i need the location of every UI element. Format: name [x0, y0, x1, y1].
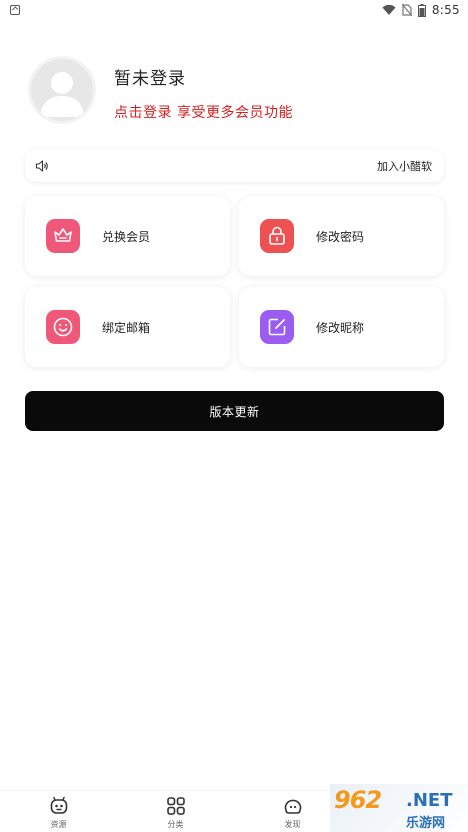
- join-group-link[interactable]: 加入小醋软: [377, 158, 432, 174]
- discover-icon: [284, 799, 301, 814]
- card-label: 修改昵称: [316, 320, 365, 335]
- avatar[interactable]: [28, 56, 96, 124]
- speaker-icon: [35, 160, 48, 172]
- nav-label: 发现: [284, 820, 301, 829]
- card-label: 绑定邮箱: [102, 320, 151, 335]
- profile-header[interactable]: 暂未登录 点击登录 享受更多会员功能: [28, 56, 448, 128]
- edit-icon: [260, 310, 294, 344]
- card-label: 兑换会员: [102, 229, 151, 244]
- card-label: 修改密码: [316, 229, 365, 244]
- version-update-button[interactable]: 版本更新: [25, 391, 444, 431]
- default-avatar-icon: [40, 72, 84, 117]
- watermark-brand: 962: [334, 786, 382, 814]
- bind-email-card[interactable]: 绑定邮箱: [25, 287, 230, 367]
- login-prompt-link[interactable]: 点击登录 享受更多会员功能: [114, 102, 293, 122]
- site-watermark: 962 .NET 乐游网: [330, 784, 468, 832]
- resource-face-icon: [50, 796, 67, 814]
- crown-icon: [46, 219, 80, 253]
- status-time: 8:55: [431, 3, 460, 17]
- notice-bar[interactable]: 加入小醋软: [25, 150, 444, 182]
- change-password-card[interactable]: 修改密码: [239, 196, 444, 276]
- watermark-caption: 乐游网: [406, 816, 446, 831]
- grid-icon: [166, 797, 185, 815]
- watermark-domain: .NET: [406, 790, 453, 811]
- nav-label: 分类: [167, 820, 184, 829]
- nav-item-resources[interactable]: 资源: [0, 791, 117, 832]
- app-notification-icon: [10, 5, 20, 15]
- battery-icon: [417, 3, 426, 17]
- smile-icon: [46, 310, 80, 344]
- status-bar: 8:55: [0, 0, 468, 20]
- nav-label: 资源: [50, 820, 67, 829]
- no-sim-icon: [401, 4, 412, 16]
- login-status-title[interactable]: 暂未登录: [114, 64, 186, 89]
- redeem-membership-card[interactable]: 兑换会员: [25, 196, 230, 276]
- nav-item-categories[interactable]: 分类: [117, 791, 234, 832]
- lock-icon: [260, 219, 294, 253]
- change-nickname-card[interactable]: 修改昵称: [239, 287, 444, 367]
- wifi-icon: [382, 4, 396, 15]
